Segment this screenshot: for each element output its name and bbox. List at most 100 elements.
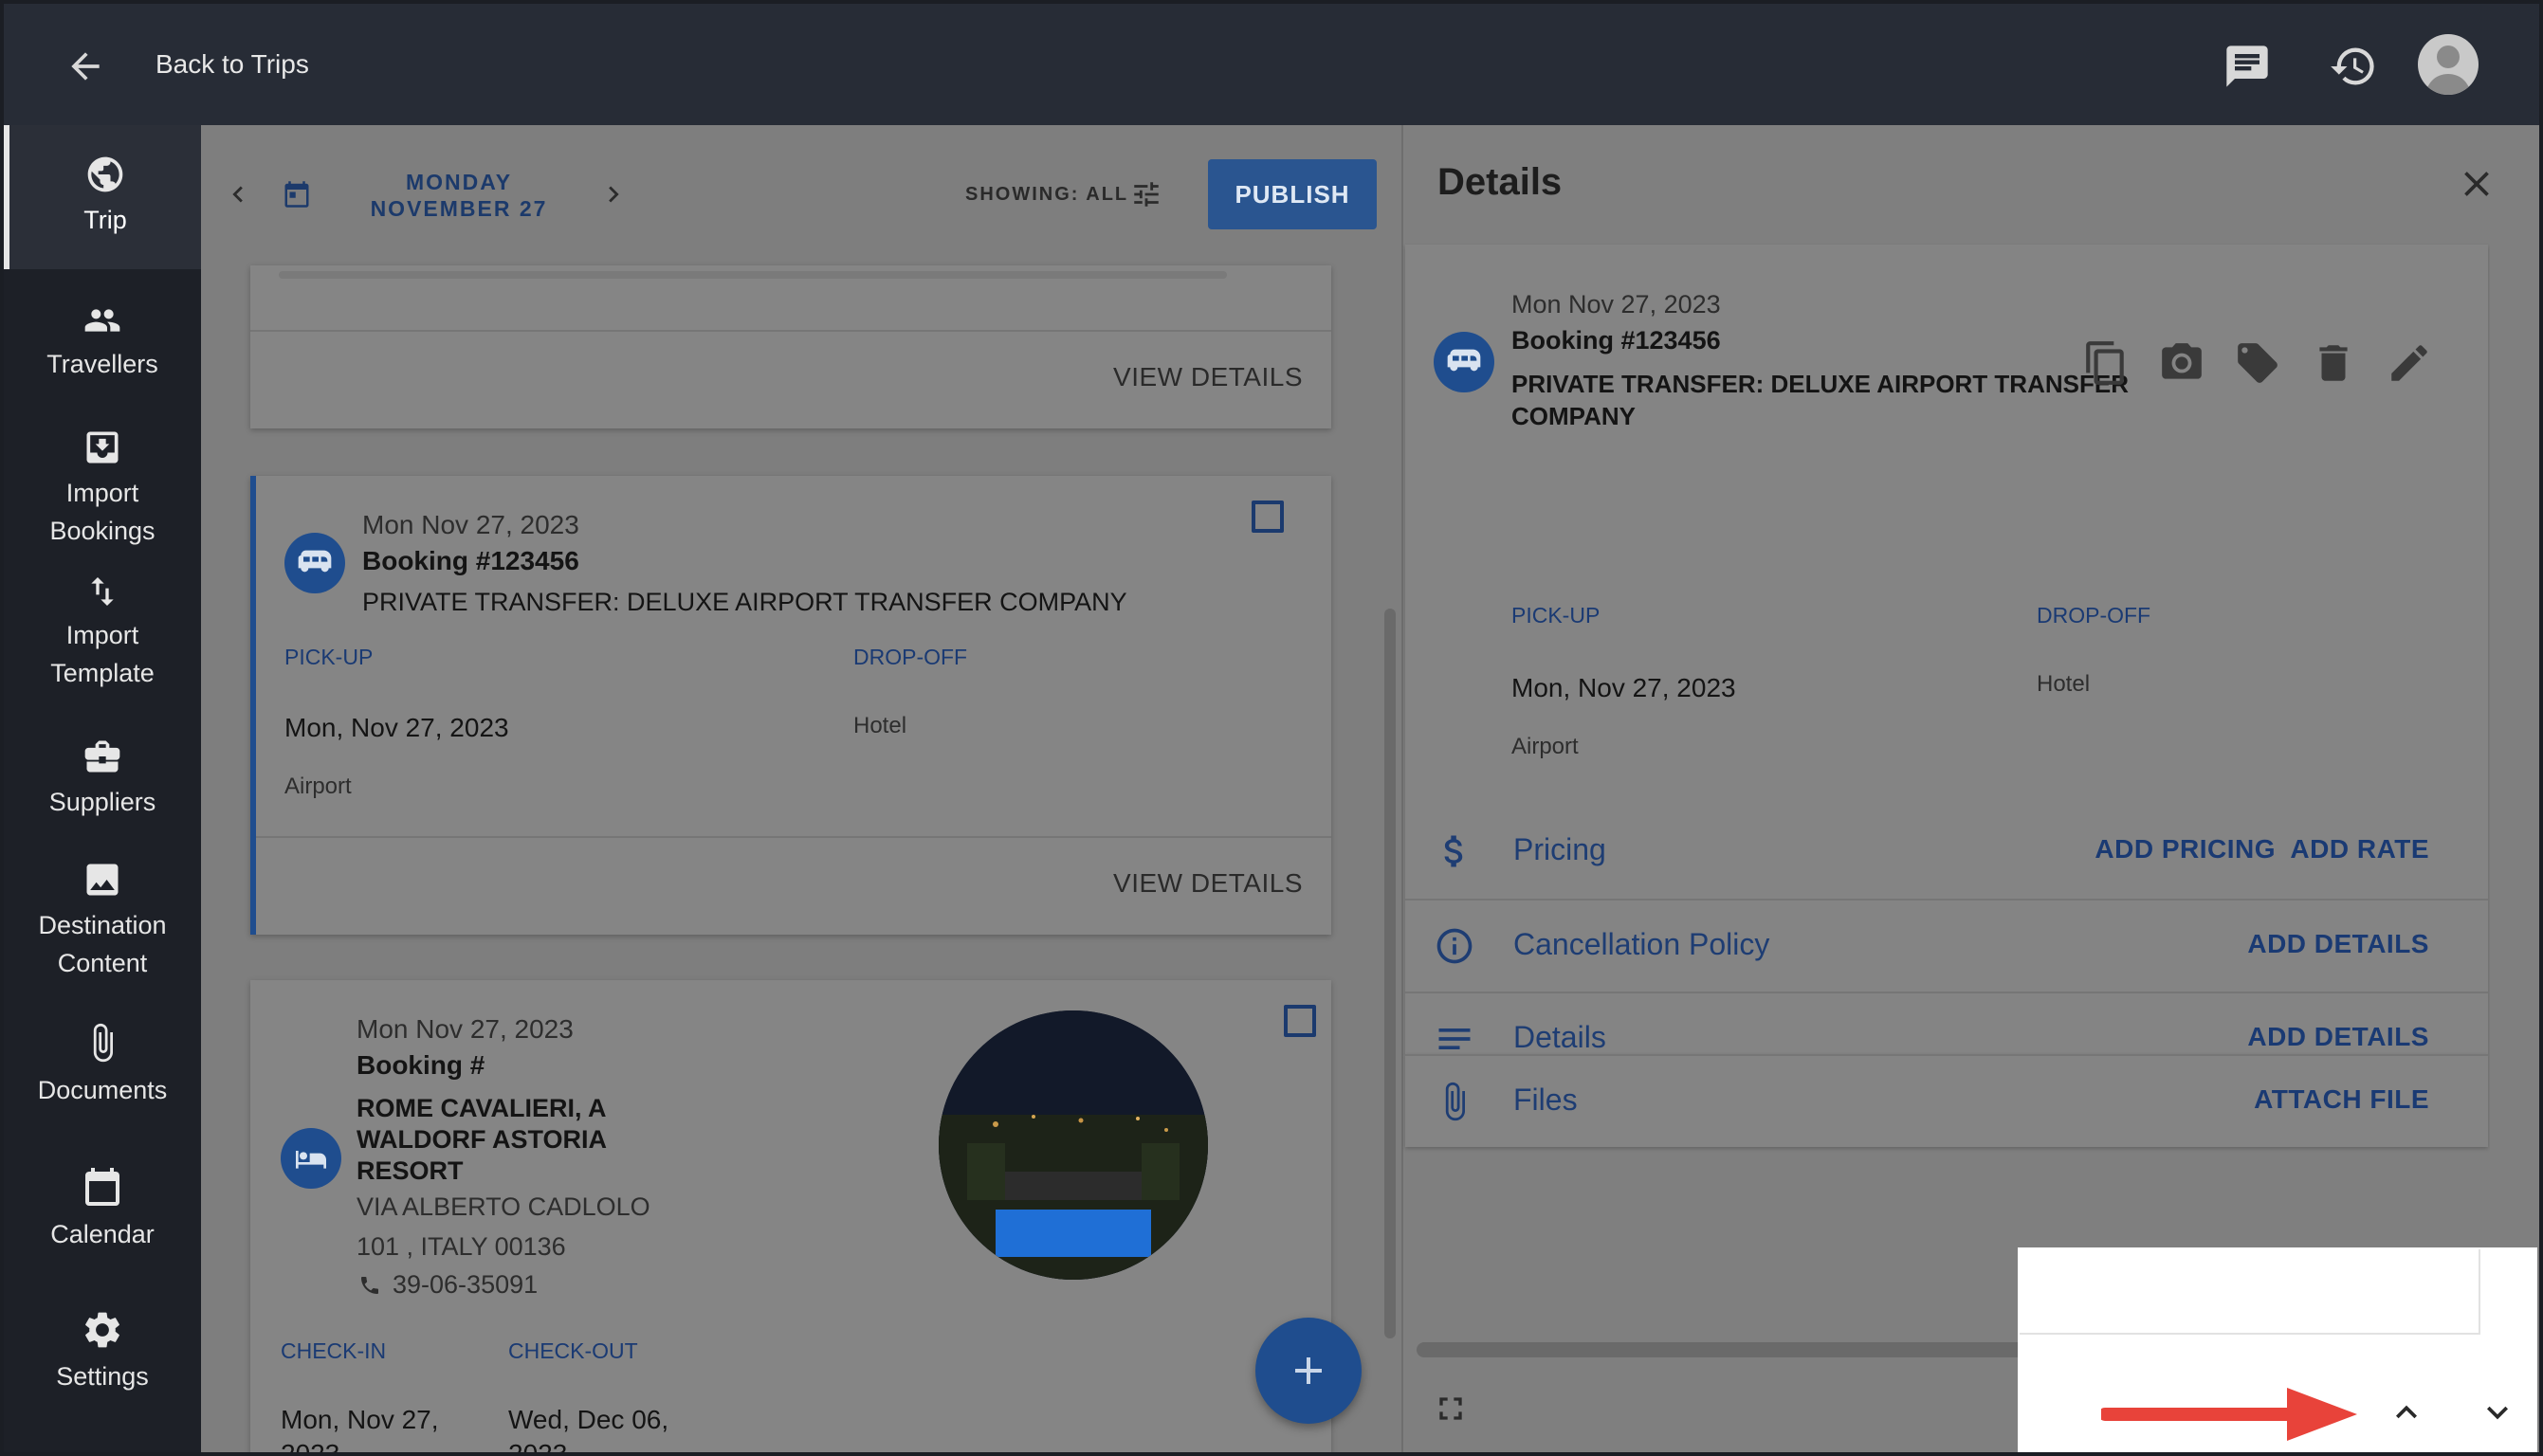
hotel-phone[interactable]: 39-06-35091 bbox=[393, 1270, 538, 1300]
sidebar-item-settings[interactable]: Settings bbox=[4, 1308, 201, 1395]
details-dropoff-place: Hotel bbox=[2037, 671, 2091, 697]
select-checkbox[interactable] bbox=[1252, 500, 1284, 533]
pricing-row: Pricing ADD PRICING ADD RATE bbox=[1405, 806, 2488, 899]
copy-icon[interactable] bbox=[2082, 339, 2130, 387]
cancellation-policy-label: Cancellation Policy bbox=[1513, 927, 1770, 961]
cancellation-policy-row: Cancellation Policy ADD DETAILS bbox=[1405, 899, 2488, 992]
sidebar-label-settings: Settings bbox=[56, 1362, 149, 1391]
booking-number: Booking # bbox=[357, 1050, 485, 1080]
fullscreen-icon[interactable] bbox=[1432, 1390, 1470, 1428]
select-checkbox[interactable] bbox=[1284, 1005, 1316, 1037]
sidebar-item-trip[interactable]: Trip bbox=[4, 125, 201, 269]
add-cancellation-details-button[interactable]: ADD DETAILS bbox=[2247, 929, 2429, 959]
back-to-trips-link[interactable]: Back to Trips bbox=[156, 49, 309, 80]
details-pickup-date: Mon, Nov 27, 2023 bbox=[1511, 673, 1736, 702]
panel-gutter bbox=[2490, 245, 2528, 1363]
checkin-year: 2023 bbox=[281, 1439, 339, 1452]
sidebar-item-documents[interactable]: Documents bbox=[4, 1020, 201, 1109]
chat-icon[interactable] bbox=[2223, 42, 2272, 91]
dropoff-place: Hotel bbox=[853, 713, 907, 738]
vertical-scrollbar[interactable] bbox=[1384, 609, 1396, 1338]
attach-file-button[interactable]: ATTACH FILE bbox=[2254, 1084, 2429, 1115]
chevron-up-icon[interactable] bbox=[2386, 1392, 2427, 1433]
hotel-bed-icon bbox=[281, 1128, 341, 1189]
briefcase-icon bbox=[84, 740, 120, 773]
pickup-date: Mon, Nov 27, 2023 bbox=[284, 713, 509, 742]
hotel-photo bbox=[939, 1010, 1208, 1280]
close-icon[interactable] bbox=[2456, 163, 2497, 205]
sidebar-label-suppliers: Suppliers bbox=[48, 788, 156, 816]
phone-icon bbox=[361, 1277, 378, 1294]
details-title-line1: PRIVATE TRANSFER: DELUXE AIRPORT TRANSFE… bbox=[1511, 370, 2129, 398]
hotel-address-line2: 101 , ITALY 00136 bbox=[357, 1232, 566, 1261]
chevron-down-icon[interactable] bbox=[2477, 1392, 2518, 1433]
history-icon[interactable] bbox=[2329, 42, 2378, 91]
paperclip-icon bbox=[1445, 1082, 1465, 1121]
view-details-button[interactable]: VIEW DETAILS bbox=[1113, 362, 1303, 392]
bus-icon bbox=[284, 533, 345, 593]
date-date: NOVEMBER 27 bbox=[370, 196, 548, 221]
add-pricing-button[interactable]: ADD PRICING bbox=[2095, 834, 2276, 864]
details-header: Details bbox=[1403, 125, 2539, 243]
sidebar-item-suppliers[interactable]: Suppliers bbox=[4, 736, 201, 821]
files-label: Files bbox=[1513, 1083, 1578, 1117]
booking-card-transfer[interactable]: Mon Nov 27, 2023 Booking #123456 PRIVATE… bbox=[250, 476, 1331, 935]
people-icon bbox=[84, 309, 120, 332]
sidebar-item-import-bookings[interactable]: Import Bookings bbox=[4, 427, 201, 550]
details-title: Details bbox=[1437, 161, 1563, 203]
sidebar-item-travellers[interactable]: Travellers bbox=[4, 301, 201, 383]
date-day: MONDAY bbox=[405, 170, 513, 194]
checkin-label: CHECK-IN bbox=[281, 1338, 387, 1363]
showing-filter-label[interactable]: SHOWING: ALL bbox=[965, 184, 1128, 206]
details-date: Mon Nov 27, 2023 bbox=[1511, 290, 1721, 318]
paperclip-icon bbox=[93, 1023, 113, 1063]
sidebar-item-import-template[interactable]: Import Template bbox=[4, 573, 201, 692]
card-date: Mon Nov 27, 2023 bbox=[357, 1014, 574, 1044]
checkout-date: Wed, Dec 06, bbox=[508, 1405, 669, 1434]
faded-text-line bbox=[279, 262, 1303, 282]
sidebar-label-destination-content: Destination Content bbox=[38, 911, 167, 977]
add-rate-button[interactable]: ADD RATE bbox=[2290, 834, 2429, 864]
booking-card-hotel[interactable]: Mon Nov 27, 2023 Booking # ROME CAVALIER… bbox=[250, 980, 1331, 1452]
pickup-label: PICK-UP bbox=[284, 645, 374, 669]
chevron-right-icon[interactable] bbox=[597, 178, 630, 210]
sidebar-item-destination-content[interactable]: Destination Content bbox=[4, 859, 201, 982]
sidebar-label-import-bookings: Import Bookings bbox=[49, 479, 156, 545]
user-avatar[interactable] bbox=[2418, 34, 2479, 95]
details-title-line2: COMPANY bbox=[1511, 402, 1636, 430]
booking-title: PRIVATE TRANSFER: DELUXE AIRPORT TRANSFE… bbox=[362, 588, 1127, 616]
camera-icon[interactable] bbox=[2158, 339, 2205, 387]
add-item-button[interactable] bbox=[1255, 1318, 1362, 1424]
top-bar: Back to Trips bbox=[4, 4, 2539, 125]
details-pickup-label: PICK-UP bbox=[1511, 603, 1601, 628]
add-details-button[interactable]: ADD DETAILS bbox=[2247, 1022, 2429, 1052]
sidebar-label-travellers: Travellers bbox=[46, 350, 158, 378]
pickup-place: Airport bbox=[284, 774, 352, 799]
calendar-icon[interactable] bbox=[283, 180, 311, 209]
pricing-label: Pricing bbox=[1513, 832, 1606, 866]
publish-button[interactable]: PUBLISH bbox=[1208, 159, 1377, 229]
dollar-icon bbox=[1444, 835, 1463, 867]
chevron-left-icon[interactable] bbox=[222, 178, 254, 210]
card-date: Mon Nov 27, 2023 bbox=[362, 510, 579, 539]
sidebar-label-trip: Trip bbox=[83, 206, 127, 234]
back-arrow-icon[interactable] bbox=[64, 46, 106, 87]
hotel-name-line1: ROME CAVALIERI, A bbox=[357, 1094, 607, 1122]
date-header: MONDAY NOVEMBER 27 SHOWING: ALL PUBLISH bbox=[201, 125, 1401, 265]
image-icon bbox=[86, 864, 119, 896]
view-details-button[interactable]: VIEW DETAILS bbox=[1113, 868, 1303, 899]
checkout-label: CHECK-OUT bbox=[508, 1338, 638, 1363]
red-arrow-icon bbox=[2101, 1388, 2357, 1441]
tag-icon[interactable] bbox=[2234, 339, 2281, 387]
sidebar-label-documents: Documents bbox=[37, 1076, 168, 1104]
details-pickup-place: Airport bbox=[1511, 734, 1579, 759]
edit-icon[interactable] bbox=[2386, 339, 2433, 387]
current-date[interactable]: MONDAY NOVEMBER 27 bbox=[345, 169, 573, 222]
trash-icon[interactable] bbox=[2310, 339, 2357, 387]
gear-icon bbox=[85, 1312, 119, 1348]
details-booking-number: Booking #123456 bbox=[1511, 326, 1721, 355]
person-icon bbox=[2425, 46, 2471, 95]
sidebar: Trip Travellers Import Bookings Import T… bbox=[4, 125, 201, 1452]
sidebar-item-calendar[interactable]: Calendar bbox=[4, 1164, 201, 1253]
tune-icon[interactable] bbox=[1130, 178, 1162, 210]
